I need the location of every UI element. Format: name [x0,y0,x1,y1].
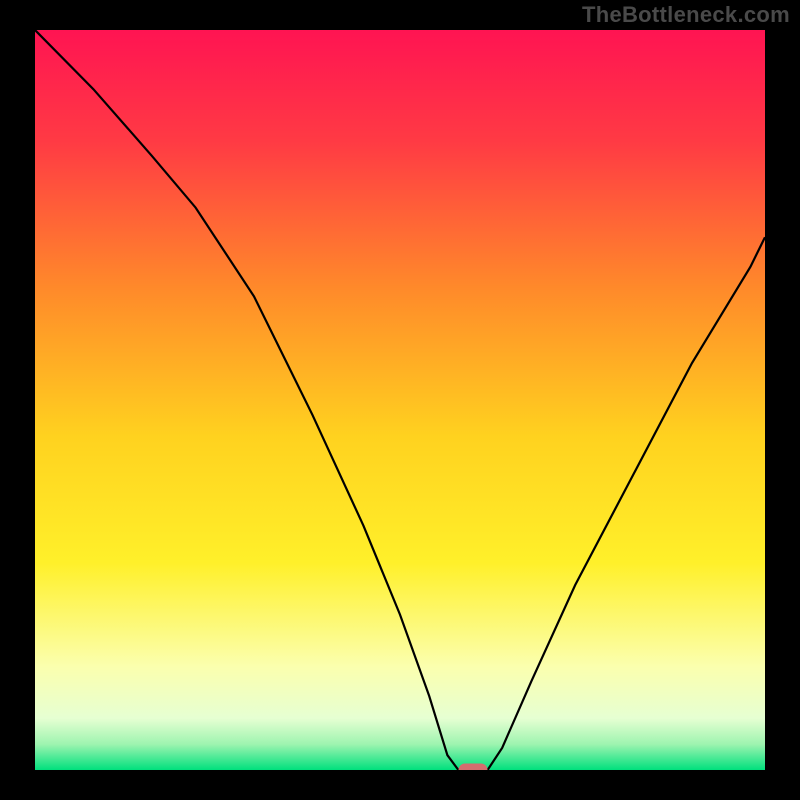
chart-frame: TheBottleneck.com [0,0,800,800]
gradient-background [35,30,765,770]
optimal-marker [459,764,487,770]
plot-area [35,30,765,770]
bottleneck-chart [35,30,765,770]
watermark-text: TheBottleneck.com [582,2,790,28]
